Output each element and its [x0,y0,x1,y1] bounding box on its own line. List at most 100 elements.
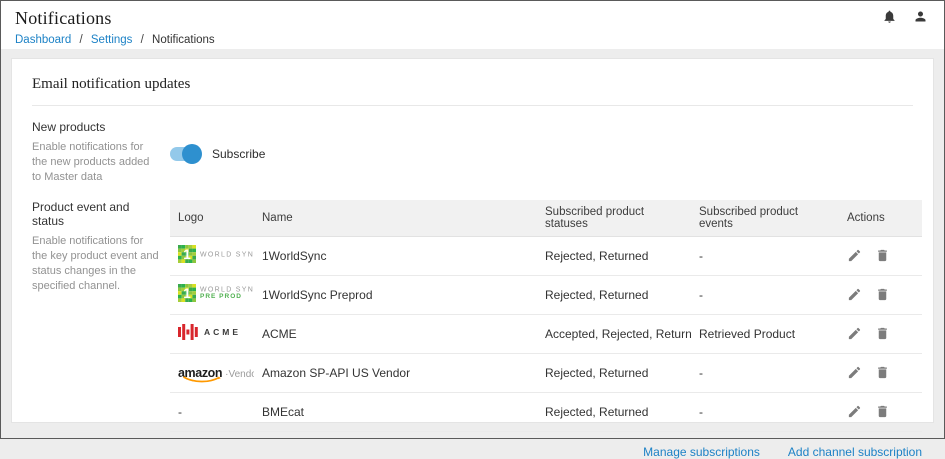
cell-events: - [691,236,839,275]
cell-name: 1WorldSync [254,236,537,275]
cell-actions [839,314,922,353]
breadcrumb: Dashboard / Settings / Notifications [15,34,930,46]
delete-button[interactable] [875,287,890,302]
cell-statuses: Rejected, Returned [537,236,691,275]
subscribe-toggle[interactable] [170,147,200,161]
cell-name: ACME [254,314,537,353]
topbar-icons [882,9,928,24]
product-event-description: Enable notifications for the key product… [32,234,160,295]
cell-statuses: Rejected, Returned [537,353,691,392]
worldsync-logo-subtext: PRE PROD [200,294,254,301]
bell-icon [882,12,897,27]
column-header-events: Subscribed product events [691,200,839,237]
breadcrumb-separator: / [141,34,144,46]
delete-button[interactable] [875,404,890,419]
cell-actions [839,353,922,392]
toggle-knob [182,144,202,164]
user-icon [913,12,928,27]
new-products-label-block: New products Enable notifications for th… [32,120,170,186]
column-header-logo: Logo [170,200,254,237]
table-row: ACME ACME Accepted, Rejected, Returned R… [170,314,922,353]
subscription-table-head: Logo Name Subscribed product statuses Su… [170,200,922,237]
trash-icon [875,251,890,266]
email-notifications-card: Email notification updates New products … [11,58,934,423]
breadcrumb-dashboard[interactable]: Dashboard [15,34,71,46]
cell-logo: amazon ·Vendor [170,353,254,392]
edit-button[interactable] [847,287,862,302]
acme-logo-text: ACME [204,327,241,337]
table-row: 1 WORLD SYNC™ 1WorldSync Rejected, Retur… [170,236,922,275]
add-channel-subscription-link[interactable]: Add channel subscription [788,445,922,459]
pencil-icon [847,290,862,305]
column-header-name: Name [254,200,537,237]
cell-statuses: Rejected, Returned [537,392,691,431]
trash-icon [875,290,890,305]
subscription-table-body: 1 WORLD SYNC™ 1WorldSync Rejected, Retur… [170,236,922,431]
new-products-section: New products Enable notifications for th… [32,120,913,186]
cell-events: - [691,275,839,314]
acme-bars-icon [178,323,198,341]
delete-button[interactable] [875,365,890,380]
cell-name: Amazon SP-API US Vendor [254,353,537,392]
table-row: - BMEcat Rejected, Returned - [170,392,922,431]
card-title: Email notification updates [32,76,913,93]
cell-actions [839,275,922,314]
worldsync-logo-text: WORLD SYNC™ [200,250,254,259]
subscribe-toggle-label: Subscribe [212,147,265,161]
cell-events: Retrieved Product [691,314,839,353]
breadcrumb-settings[interactable]: Settings [91,34,133,46]
cell-actions [839,392,922,431]
subscription-table: Logo Name Subscribed product statuses Su… [170,200,922,432]
svg-text:1: 1 [183,286,191,301]
cell-name: 1WorldSync Preprod [254,275,537,314]
table-row: amazon ·Vendor Amazon SP-API US Vendor R… [170,353,922,392]
trash-icon [875,368,890,383]
product-event-label-block: Product event and status Enable notifica… [32,200,170,459]
cell-statuses: Rejected, Returned [537,275,691,314]
manage-subscriptions-link[interactable]: Manage subscriptions [643,445,760,459]
cell-logo: - [170,392,254,431]
delete-button[interactable] [875,248,890,263]
edit-button[interactable] [847,404,862,419]
cell-logo: 1 WORLD SYNC™PRE PROD [170,275,254,314]
user-account-button[interactable] [913,9,928,24]
pencil-icon [847,407,862,422]
cell-statuses: Accepted, Rejected, Returned [537,314,691,353]
no-logo-placeholder: - [178,405,182,419]
column-header-actions: Actions [839,200,922,237]
new-products-label: New products [32,120,160,134]
edit-button[interactable] [847,248,862,263]
delete-button[interactable] [875,326,890,341]
cell-events: - [691,353,839,392]
subscribe-toggle-row: Subscribe [170,122,265,186]
cell-logo: ACME [170,314,254,353]
worldsync-logo: 1 WORLD SYNC™PRE PROD [178,284,254,302]
pencil-icon [847,368,862,383]
worldsync-mosaic-icon: 1 [178,245,196,263]
column-header-statuses: Subscribed product statuses [537,200,691,237]
cell-logo: 1 WORLD SYNC™ [170,236,254,275]
edit-button[interactable] [847,326,862,341]
worldsync-logo: 1 WORLD SYNC™ [178,245,254,263]
divider [32,105,913,106]
notifications-bell-button[interactable] [882,9,897,24]
worldsync-mosaic-icon: 1 [178,284,196,302]
subscription-table-wrap: Logo Name Subscribed product statuses Su… [170,200,922,459]
page-title: Notifications [15,8,930,29]
page-content: Email notification updates New products … [1,49,944,440]
amazon-logo-subtext: ·Vendor [225,369,254,380]
breadcrumb-separator: / [79,34,82,46]
amazon-logo: amazon ·Vendor [178,366,254,380]
svg-text:1: 1 [183,247,191,262]
edit-button[interactable] [847,365,862,380]
new-products-description: Enable notifications for the new product… [32,140,160,186]
cell-events: - [691,392,839,431]
acme-logo: ACME [178,323,241,341]
top-bar: Notifications Dashboard / Settings / Not… [1,1,944,49]
cell-actions [839,236,922,275]
pencil-icon [847,251,862,266]
cell-name: BMEcat [254,392,537,431]
amazon-smile-icon [183,376,221,383]
breadcrumb-current: Notifications [152,34,215,46]
footer-links: Manage subscriptions Add channel subscri… [170,445,922,459]
